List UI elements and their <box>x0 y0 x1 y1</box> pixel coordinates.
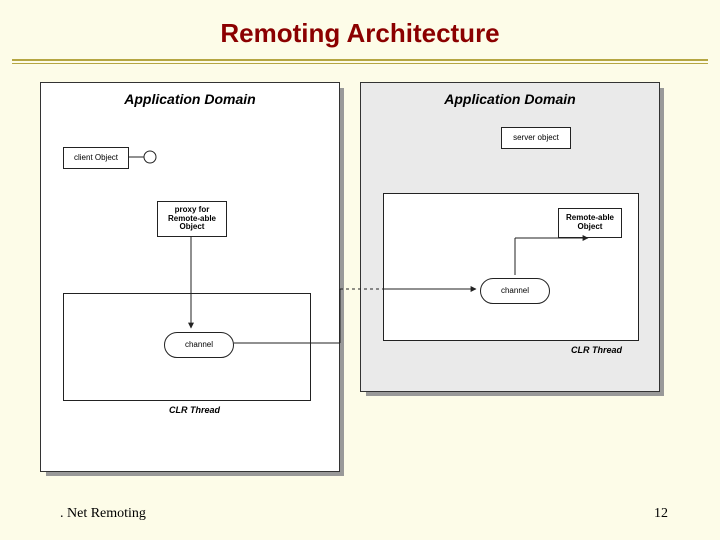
right-app-domain-panel: Application Domain server object Remote-… <box>360 82 660 392</box>
right-clr-thread-label: CLR Thread <box>571 345 622 355</box>
client-object-box: client Object <box>63 147 129 169</box>
left-clr-thread-panel: channel <box>63 293 311 401</box>
server-object-box: server object <box>501 127 571 149</box>
left-channel-box: channel <box>164 332 234 358</box>
page-number: 12 <box>654 506 668 522</box>
page-title: Remoting Architecture <box>0 0 720 59</box>
left-panel-heading: Application Domain <box>41 83 339 111</box>
proxy-box: proxy for Remote-able Object <box>157 201 227 237</box>
footer-topic: . Net Remoting <box>60 506 146 522</box>
title-underline <box>0 59 720 64</box>
diagram: Application Domain client Object proxy f… <box>40 82 680 482</box>
left-app-domain-panel: Application Domain client Object proxy f… <box>40 82 340 472</box>
right-channel-box: channel <box>480 278 550 304</box>
remoteable-object-box: Remote-able Object <box>558 208 622 238</box>
right-panel-heading: Application Domain <box>361 83 659 111</box>
left-clr-thread-label: CLR Thread <box>169 405 220 415</box>
right-clr-thread-panel: Remote-able Object channel <box>383 193 639 341</box>
